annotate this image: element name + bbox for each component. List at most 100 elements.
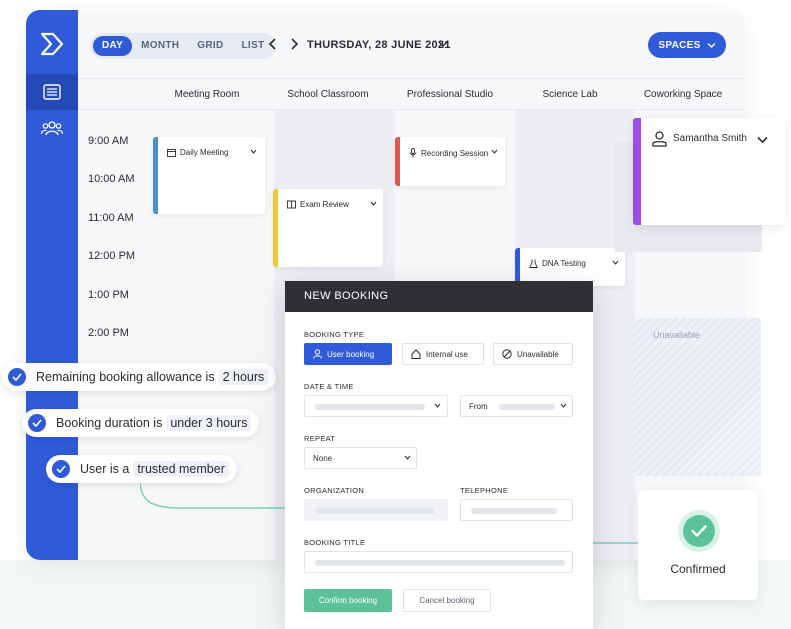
user-icon xyxy=(652,131,667,147)
organization-label: ORGANIZATION xyxy=(304,486,365,495)
rule-allowance: Remaining booking allowance is 2 hours xyxy=(2,363,277,391)
check-icon xyxy=(52,460,70,478)
event-title: Daily Meeting xyxy=(180,148,229,157)
time-label: 12:00 PM xyxy=(88,250,136,262)
telephone-field[interactable] xyxy=(460,499,573,521)
type-label: User booking xyxy=(327,349,375,359)
app-logo-icon xyxy=(40,32,64,56)
time-label: 10:00 AM xyxy=(88,173,135,185)
users-icon xyxy=(41,121,63,136)
time-label: 9:00 AM xyxy=(88,135,129,147)
block-icon xyxy=(502,349,512,359)
time-label: 2:00 PM xyxy=(88,327,129,339)
book-icon xyxy=(287,200,296,209)
rule-text: Remaining booking allowance is xyxy=(36,370,215,384)
chevron-down-icon[interactable] xyxy=(612,260,619,265)
chevron-down-icon xyxy=(560,403,567,408)
telephone-label: TELEPHONE xyxy=(460,486,509,495)
from-label: From xyxy=(469,402,488,411)
next-day-icon[interactable] xyxy=(287,37,301,51)
confirm-booking-button[interactable]: Confirm booking xyxy=(304,589,392,612)
event-title: Recording Session xyxy=(421,148,489,158)
home-icon xyxy=(411,349,421,359)
column-header: Science Lab xyxy=(542,89,598,100)
type-internal-use-button[interactable]: Internal use xyxy=(402,343,484,365)
time-column: 9:00 AM 10:00 AM 11:00 AM 12:00 PM 1:00 … xyxy=(78,110,142,560)
from-time-select[interactable]: From xyxy=(460,395,573,417)
event-title: Samantha Smith xyxy=(673,133,747,144)
time-label: 11:00 AM xyxy=(88,212,134,224)
modal-title: NEW BOOKING xyxy=(285,281,593,312)
chevron-down-icon[interactable] xyxy=(250,149,257,154)
unavailable-label: Unavailable xyxy=(653,330,701,340)
spaces-label: SPACES xyxy=(658,39,701,51)
repeat-label: REPEAT xyxy=(304,434,336,443)
rule-text: User is a xyxy=(80,462,130,476)
confirmed-label: Confirmed xyxy=(670,562,726,576)
repeat-value: None xyxy=(313,454,333,463)
cancel-booking-button[interactable]: Cancel booking xyxy=(403,589,491,612)
event-color-bar xyxy=(395,137,400,186)
check-icon xyxy=(28,414,46,432)
type-label: Internal use xyxy=(426,349,468,359)
date-select[interactable] xyxy=(304,395,448,417)
spaces-button[interactable]: SPACES xyxy=(648,32,726,58)
chevron-down-icon[interactable] xyxy=(370,201,377,206)
rule-text: Booking duration is xyxy=(56,416,163,430)
event-samantha-smith[interactable]: Samantha Smith xyxy=(633,118,785,225)
organization-field[interactable] xyxy=(304,499,448,521)
prev-day-icon[interactable] xyxy=(266,37,280,51)
flask-icon xyxy=(529,259,538,268)
toolbar: DAY MONTH GRID LIST THURSDAY, 28 JUNE 20… xyxy=(78,10,744,78)
unavailable-block: Unavailable xyxy=(633,318,761,476)
type-unavailable-button[interactable]: Unavailable xyxy=(493,343,573,365)
user-icon xyxy=(313,349,322,359)
event-color-bar xyxy=(153,137,158,214)
chevron-down-icon xyxy=(434,403,441,408)
rule-value: 2 hours xyxy=(218,369,269,385)
type-user-booking-button[interactable]: User booking xyxy=(304,343,392,365)
tab-day[interactable]: DAY xyxy=(93,36,133,56)
check-circle-icon xyxy=(683,515,715,547)
event-color-bar xyxy=(273,189,278,267)
event-title: DNA Testing xyxy=(542,259,586,268)
date-time-label: DATE & TIME xyxy=(304,382,354,391)
new-booking-modal: NEW BOOKING BOOKING TYPE User booking In… xyxy=(285,281,593,629)
chevron-down-icon xyxy=(707,42,716,48)
event-daily-meeting[interactable]: Daily Meeting xyxy=(153,137,265,214)
time-label: 1:00 PM xyxy=(88,289,129,301)
list-icon xyxy=(43,84,61,100)
sidebar-item-list[interactable] xyxy=(26,74,78,110)
connector-line xyxy=(592,542,638,544)
calendar-icon xyxy=(167,149,176,157)
rule-duration: Booking duration is under 3 hours xyxy=(22,409,260,437)
sidebar-item-users[interactable] xyxy=(26,110,78,146)
event-color-bar xyxy=(633,118,641,225)
event-recording-session[interactable]: Recording Session xyxy=(395,137,505,186)
tab-month[interactable]: MONTH xyxy=(132,36,188,56)
rule-trusted: User is a trusted member xyxy=(46,455,237,483)
chevron-down-icon[interactable] xyxy=(757,136,768,144)
connector-line xyxy=(140,480,285,509)
booking-title-field[interactable] xyxy=(304,551,573,573)
check-icon xyxy=(8,368,26,386)
confirmed-card: Confirmed xyxy=(638,490,758,600)
chevron-down-icon[interactable] xyxy=(491,149,498,154)
chevron-down-icon[interactable] xyxy=(438,40,448,48)
repeat-select[interactable]: None xyxy=(304,447,417,469)
column-header: Coworking Space xyxy=(643,89,723,100)
rule-value: under 3 hours xyxy=(166,415,252,431)
booking-type-label: BOOKING TYPE xyxy=(304,330,365,339)
current-date[interactable]: THURSDAY, 28 JUNE 2021 xyxy=(307,39,451,51)
space-column-headers: Meeting Room School Classroom Profession… xyxy=(78,78,744,110)
chevron-down-icon xyxy=(404,455,411,460)
tab-grid[interactable]: GRID xyxy=(188,36,232,56)
booking-title-label: BOOKING TITLE xyxy=(304,538,366,547)
event-title: Exam Review xyxy=(300,200,349,209)
microphone-icon xyxy=(409,148,417,158)
column-header: School Classroom xyxy=(287,89,369,100)
rule-value: trusted member xyxy=(133,461,229,477)
column-header: Professional Studio xyxy=(406,89,494,100)
type-label: Unavailable xyxy=(517,349,559,359)
event-exam-review[interactable]: Exam Review xyxy=(273,189,383,267)
